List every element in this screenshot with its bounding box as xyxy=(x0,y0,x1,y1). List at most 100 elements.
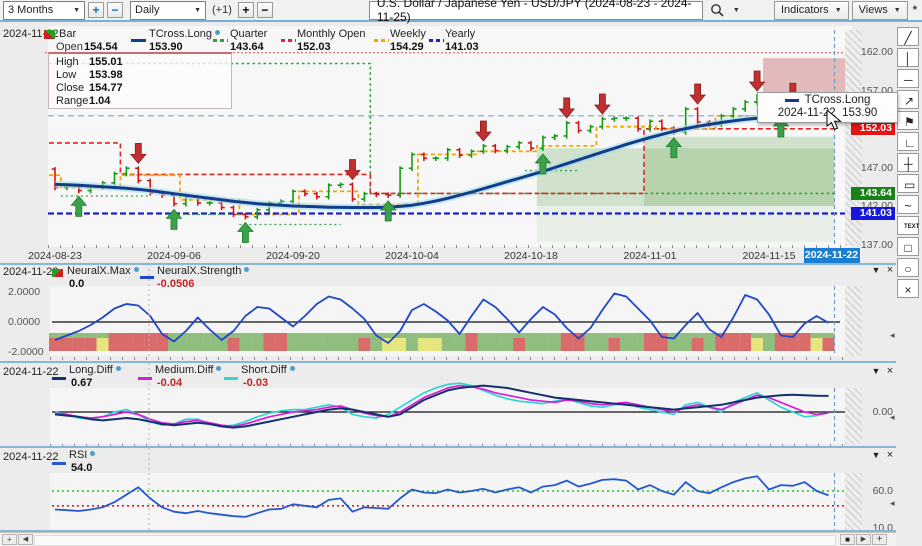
indicators-label: Indicators xyxy=(781,4,829,16)
delete-icon[interactable]: × xyxy=(897,279,919,298)
panel3-close-button[interactable]: × xyxy=(884,365,896,377)
panel4-collapse-button[interactable]: ▼ xyxy=(870,450,882,460)
search-dropdown-icon[interactable]: ▼ xyxy=(733,7,740,14)
horizontal-line-icon[interactable]: ─ xyxy=(897,69,919,88)
main-x-tick: 2024-10-18 xyxy=(504,250,558,262)
panel-separator[interactable] xyxy=(0,361,896,363)
tcross-series-label[interactable]: TCross.Long xyxy=(149,28,220,40)
wave-icon[interactable]: ~ xyxy=(897,195,919,214)
medium-diff-value: -0.04 xyxy=(157,377,182,389)
panel3-collapse-button[interactable]: ▼ xyxy=(870,366,882,376)
short-diff-icon xyxy=(224,371,238,383)
quarter-series-label[interactable]: Quarter xyxy=(230,28,267,40)
long-diff-value: 0.67 xyxy=(71,377,92,389)
yearly-series-icon xyxy=(429,33,444,45)
range-value: 1.04 xyxy=(89,95,110,107)
short-diff-label[interactable]: Short.Diff xyxy=(241,364,295,376)
panel2-collapse-button[interactable]: ▼ xyxy=(870,265,882,275)
scroll-left-button[interactable]: ◀ xyxy=(18,534,33,545)
symbol-title: U.S. Dollar / Japanese Yen - USD/JPY (20… xyxy=(377,0,695,24)
long-diff-icon xyxy=(52,371,66,383)
info-dot-icon xyxy=(244,267,249,272)
flag-icon[interactable]: ⚑ xyxy=(897,111,919,130)
main-x-tick: 2024-11-15 xyxy=(743,250,796,262)
search-icon[interactable] xyxy=(710,3,724,17)
bar-forward-button[interactable]: + xyxy=(238,2,254,18)
views-button[interactable]: Views▼ xyxy=(852,1,908,20)
weekly-value: 154.29 xyxy=(390,41,424,53)
neuralx-max-icon xyxy=(52,268,63,280)
panel-collapse-arrow[interactable]: ◂ xyxy=(890,412,895,423)
rsi-icon xyxy=(52,456,66,468)
range-increase-button[interactable]: + xyxy=(88,2,104,18)
range-decrease-button[interactable]: − xyxy=(107,2,123,18)
crosshair-icon[interactable]: ┼ xyxy=(897,153,919,172)
scroll-add-button[interactable]: + xyxy=(2,534,17,545)
panel4-y-tick: 60.0 xyxy=(852,485,893,497)
angle-icon[interactable]: ∟ xyxy=(897,132,919,151)
main-x-tick: 2024-10-04 xyxy=(385,250,439,262)
interval-select[interactable]: Daily▼ xyxy=(130,1,206,20)
views-label: Views xyxy=(859,4,888,16)
panel4-close-button[interactable]: × xyxy=(884,449,896,461)
active-date-label: 2024-11-22 xyxy=(804,248,860,263)
interval-value: Daily xyxy=(135,4,159,16)
trendline-icon[interactable]: ╱ xyxy=(897,27,919,46)
panel2-close-button[interactable]: × xyxy=(884,264,896,276)
margin-hatch xyxy=(845,286,862,356)
chevron-down-icon: ▼ xyxy=(835,7,842,14)
medium-diff-label[interactable]: Medium.Diff xyxy=(155,364,221,376)
weekly-series-icon xyxy=(374,33,389,45)
panel-collapse-arrow[interactable]: ◂ xyxy=(890,330,895,341)
add-button[interactable]: + xyxy=(872,534,887,545)
stop-button[interactable]: ■ xyxy=(840,534,855,545)
ellipse-icon[interactable]: ○ xyxy=(897,258,919,277)
range-select[interactable]: 3 Months▼ xyxy=(3,1,85,20)
vertical-line-icon[interactable]: │ xyxy=(897,48,919,67)
panel-separator[interactable] xyxy=(0,446,896,448)
monthly-value: 152.03 xyxy=(297,41,331,53)
panel3-date: 2024-11-22 xyxy=(3,366,58,378)
quarter-value: 143.64 xyxy=(230,41,264,53)
panel2-date: 2024-11-22 xyxy=(3,266,58,278)
rsi-label[interactable]: RSI xyxy=(69,449,95,461)
neuralx-max-label[interactable]: NeuralX.Max xyxy=(67,265,139,277)
mouse-cursor xyxy=(826,110,846,132)
modified-indicator: * xyxy=(913,4,917,16)
bar-series-label[interactable]: Bar xyxy=(59,28,76,40)
panel2-y-tick: 2.0000 xyxy=(8,286,48,298)
ohlc-info-box: High155.01 Low153.98 Close154.77 Range1.… xyxy=(48,52,232,109)
range-row: Range xyxy=(56,95,88,107)
range-value: 3 Months xyxy=(8,4,53,16)
short-diff-value: -0.03 xyxy=(243,377,268,389)
x-axis-ticks xyxy=(48,245,852,248)
yearly-series-label[interactable]: Yearly xyxy=(445,28,475,40)
quarter-series-icon xyxy=(213,33,228,45)
panel2-y-tick: 0.0000 xyxy=(8,316,48,328)
symbol-title-field[interactable]: U.S. Dollar / Japanese Yen - USD/JPY (20… xyxy=(369,1,703,20)
info-dot-icon xyxy=(216,366,221,371)
price-label: 152.03 xyxy=(851,122,895,135)
bar-back-button[interactable]: − xyxy=(257,2,273,18)
weekly-series-label[interactable]: Weekly xyxy=(390,28,426,40)
high-row: High xyxy=(56,56,79,68)
info-dot-icon xyxy=(290,366,295,371)
rectangle-icon[interactable]: □ xyxy=(897,237,919,256)
indicators-button[interactable]: Indicators ▼ xyxy=(774,1,849,20)
text-tool-icon[interactable]: TEXT xyxy=(897,216,919,235)
price-label: 141.03 xyxy=(851,207,895,220)
monthly-series-label[interactable]: Monthly Open xyxy=(297,28,365,40)
horizontal-scrollbar: + ◀ ■ ▶ + xyxy=(0,532,896,546)
play-button[interactable]: ▶ xyxy=(856,534,871,545)
long-diff-label[interactable]: Long.Diff xyxy=(69,364,121,376)
ray-icon[interactable]: ↗ xyxy=(897,90,919,109)
panel-collapse-arrow[interactable]: ◂ xyxy=(890,498,895,509)
neuralx-strength-label[interactable]: NeuralX.Strength xyxy=(157,265,249,277)
app-window: 3 Months▼ + − Daily▼ (+1) + − U.S. Dolla… xyxy=(0,0,922,546)
scrollbar-track[interactable] xyxy=(34,535,836,546)
medium-diff-icon xyxy=(138,371,152,383)
offset-label: (+1) xyxy=(212,4,232,16)
drawing-toolbar: ╱ │ ─ ↗ ⚑ ∟ ┼ ▭ ~ TEXT □ ○ × xyxy=(896,24,922,546)
callout-icon[interactable]: ▭ xyxy=(897,174,919,193)
panel4-date: 2024-11-22 xyxy=(3,451,58,463)
